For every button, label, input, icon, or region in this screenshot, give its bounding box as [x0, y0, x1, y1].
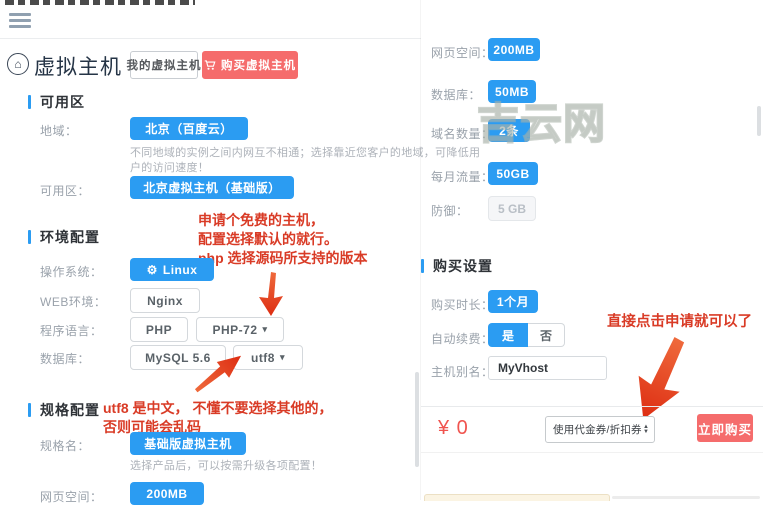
r-db-value: 50MB	[495, 85, 529, 99]
spec-name-value: 基础版虚拟主机	[144, 435, 232, 452]
auto-renew-toggle[interactable]: 是 否	[488, 323, 565, 347]
duration-button[interactable]: 1个月	[488, 290, 538, 313]
section-purchase-title: 购买设置	[433, 256, 493, 276]
lang-button[interactable]: PHP	[130, 317, 188, 342]
annotation-tip1: 申请个免费的主机， 配置选择默认的就行。 php 选择源码所支持的版本	[198, 211, 368, 268]
r-traffic-label: 每月流量：	[431, 168, 494, 185]
az-button[interactable]: 北京虚拟主机（基础版）	[130, 176, 294, 199]
section-bar	[28, 95, 31, 109]
r-domain-value: 2条	[499, 122, 519, 139]
spec-note: 选择产品后，可以按需升级各项配置！	[130, 459, 322, 474]
space-value: 200MB	[146, 487, 187, 501]
cart-icon	[204, 59, 216, 71]
r-defense-value: 5 GB	[498, 202, 526, 216]
coupon-select-value: 使用代金券/折扣券	[553, 422, 642, 437]
vhost-icon: ⌂	[7, 53, 29, 75]
gear-icon: ⚙	[147, 263, 158, 277]
buy-vhost-button[interactable]: 购买虚拟主机	[202, 51, 298, 79]
duration-label: 购买时长：	[431, 296, 494, 313]
os-value: Linux	[163, 263, 198, 277]
r-space-value: 200MB	[493, 43, 534, 57]
renew-label: 自动续费：	[431, 330, 494, 347]
spec-name-button[interactable]: 基础版虚拟主机	[130, 432, 246, 455]
r-db-button[interactable]: 50MB	[488, 80, 536, 103]
section-env-title: 环境配置	[40, 227, 100, 247]
left-panel: ⌂ 虚拟主机 我的虚拟主机 购买虚拟主机 可用区 地域： 北京（百度云） 不同地…	[0, 0, 421, 500]
price-total: ¥ 0	[438, 417, 469, 440]
renew-no-option[interactable]: 否	[528, 323, 565, 347]
left-scrollbar-thumb[interactable]	[415, 372, 419, 467]
r-traffic-value: 50GB	[496, 167, 529, 181]
db-value: MySQL 5.6	[145, 351, 211, 365]
annotation-tip3: 直接点击申请就可以了	[607, 313, 752, 332]
footer-divider-top	[421, 406, 763, 407]
r-defense-label: 防御：	[431, 202, 469, 219]
my-vhost-button[interactable]: 我的虚拟主机	[130, 51, 198, 79]
r-domain-button[interactable]: 2条	[488, 119, 530, 142]
section-purchase: 购买设置	[421, 256, 493, 276]
lang-version-dropdown[interactable]: PHP-72 ▾	[196, 317, 284, 342]
coupon-select[interactable]: 使用代金券/折扣券 ▲ ▼	[545, 416, 655, 443]
section-spec: 规格配置	[28, 400, 100, 420]
region-label: 地域：	[40, 122, 78, 139]
section-zone-title: 可用区	[40, 92, 85, 112]
buy-now-button[interactable]: 立即购买	[697, 414, 753, 442]
menu-icon[interactable]	[9, 13, 31, 28]
space-label: 网页空间：	[40, 488, 103, 505]
duration-value: 1个月	[497, 293, 529, 310]
my-vhost-label: 我的虚拟主机	[127, 57, 202, 73]
buy-vhost-label: 购买虚拟主机	[221, 57, 296, 73]
clipped-header-text	[5, 0, 195, 5]
web-button[interactable]: Nginx	[130, 288, 200, 313]
os-label: 操作系统：	[40, 263, 103, 280]
r-domain-label: 域名数量：	[431, 125, 494, 142]
section-bar	[421, 259, 424, 273]
section-bar	[28, 230, 31, 244]
r-db-label: 数据库：	[431, 86, 481, 103]
az-label: 可用区：	[40, 182, 90, 199]
page-title: 虚拟主机	[34, 51, 122, 81]
space-button[interactable]: 200MB	[130, 482, 204, 505]
section-zone: 可用区	[28, 92, 85, 112]
az-value: 北京虚拟主机（基础版）	[143, 179, 281, 196]
os-button[interactable]: ⚙ Linux	[130, 258, 214, 281]
section-env: 环境配置	[28, 227, 100, 247]
web-value: Nginx	[147, 294, 183, 308]
alias-label: 主机别名：	[431, 363, 494, 380]
arrow-down-annotation	[256, 272, 286, 316]
lang-value: PHP	[146, 323, 172, 337]
r-space-button[interactable]: 200MB	[488, 38, 540, 61]
lang-version-value: PHP-72	[212, 323, 257, 337]
region-button[interactable]: 北京（百度云）	[130, 117, 248, 140]
region-value: 北京（百度云）	[145, 120, 233, 137]
db-charset-value: utf8	[251, 351, 275, 365]
header-divider	[0, 38, 421, 39]
host-alias-input[interactable]	[488, 356, 607, 380]
caret-down-icon: ▾	[263, 324, 268, 335]
caret-down-icon: ▾	[280, 352, 285, 363]
r-defense-button: 5 GB	[488, 196, 536, 221]
footer-divider-bottom	[421, 452, 763, 453]
select-spinner-icon: ▲ ▼	[643, 425, 649, 435]
buy-now-label: 立即购买	[698, 419, 752, 438]
right-panel: 网页空间： 200MB 数据库： 50MB 域名数量： 2条 每月流量： 50G…	[421, 0, 763, 500]
section-bar	[28, 403, 31, 417]
db-label: 数据库：	[40, 350, 90, 367]
right-scrollbar-thumb[interactable]	[757, 106, 761, 136]
section-spec-title: 规格配置	[40, 400, 100, 420]
renew-yes-option[interactable]: 是	[488, 323, 528, 347]
r-traffic-button[interactable]: 50GB	[488, 162, 538, 185]
home-glyph: ⌂	[14, 57, 21, 71]
r-space-label: 网页空间：	[431, 44, 494, 61]
spec-name-label: 规格名：	[40, 437, 90, 454]
web-label: WEB环境：	[40, 293, 106, 310]
lang-label: 程序语言：	[40, 322, 103, 339]
clipped-gray-box	[612, 496, 760, 499]
